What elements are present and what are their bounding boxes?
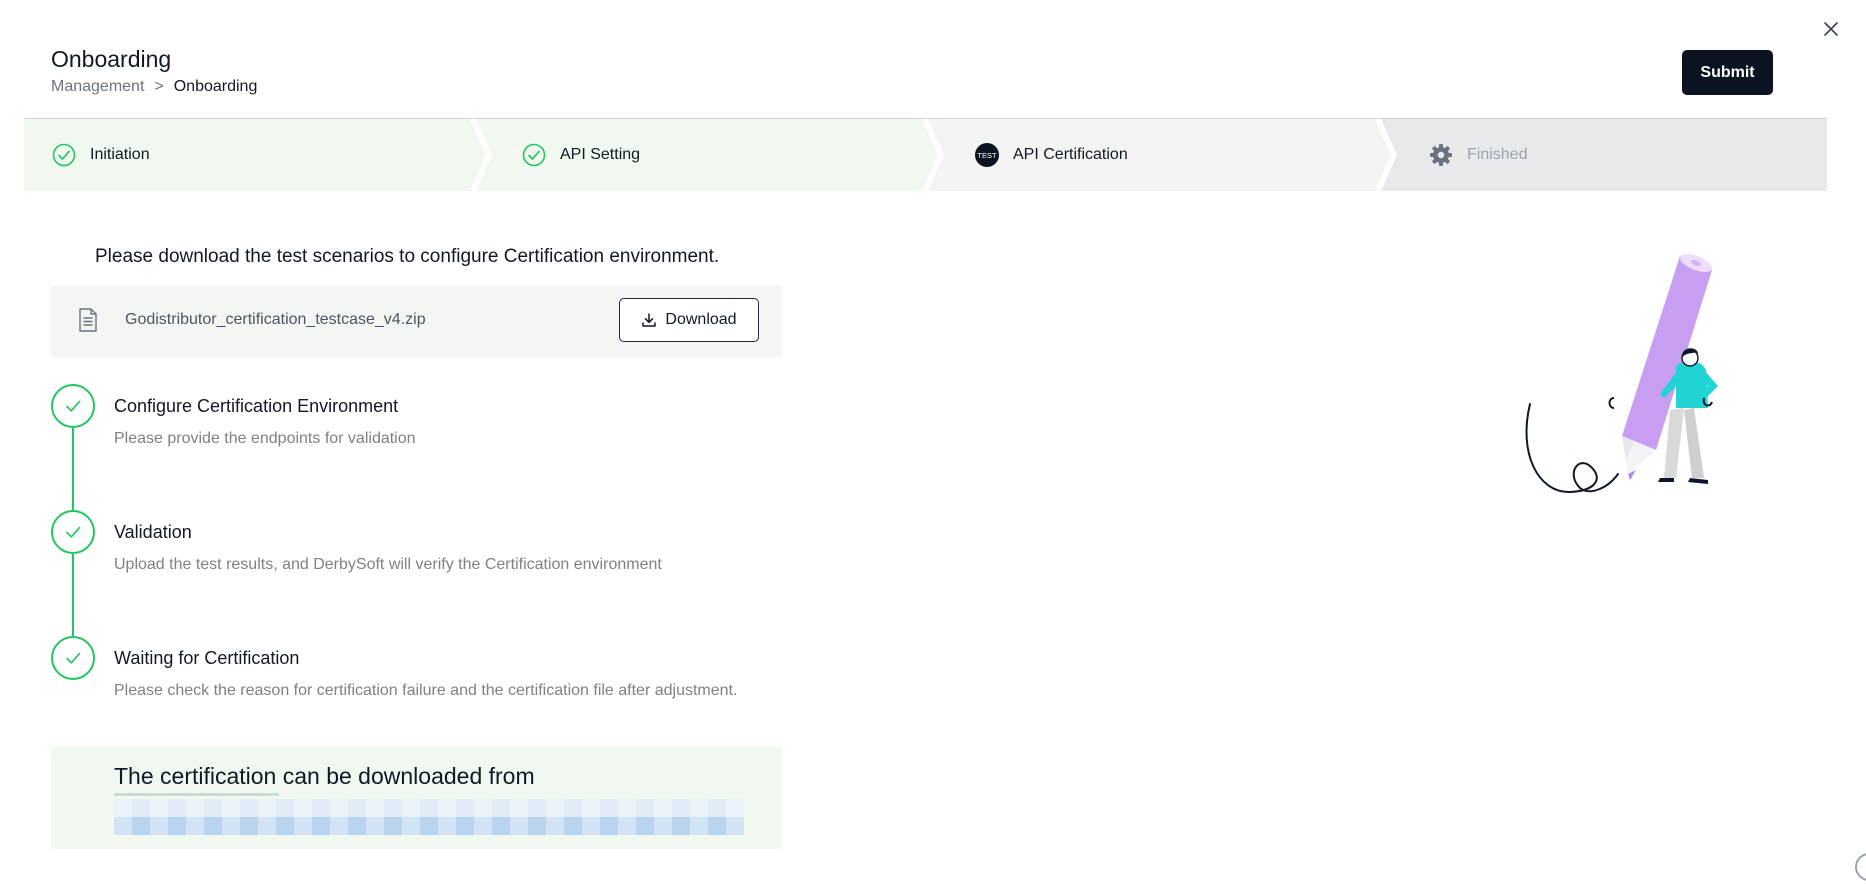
resize-handle[interactable] [1855, 853, 1866, 881]
close-icon [1824, 22, 1838, 36]
test-badge-text: TEST [977, 151, 997, 160]
pencil-illustration [1525, 253, 1718, 494]
page-title: Onboarding [51, 46, 172, 72]
timeline-description: Please check the reason for certificatio… [114, 682, 738, 699]
timeline-connector [72, 428, 74, 510]
breadcrumb-item-management[interactable]: Management [51, 78, 144, 96]
certification-underline [114, 793, 279, 796]
step-finished[interactable]: Finished [1429, 119, 1527, 191]
breadcrumb: Management > Onboarding [51, 78, 257, 96]
onboarding-steps: Initiation API Setting TEST API Certific… [24, 118, 1827, 191]
file-row: Godistributor_certification_testcase_v4.… [51, 286, 782, 357]
check-icon [66, 652, 81, 664]
step-label: API Setting [560, 146, 641, 163]
step-label: Initiation [90, 146, 150, 163]
timeline-check [51, 384, 95, 428]
certification-link-redacted[interactable] [114, 799, 744, 835]
timeline-check [51, 510, 95, 554]
download-label: Download [665, 311, 737, 328]
steps-background [24, 119, 1827, 191]
step-api-setting[interactable]: API Setting [522, 119, 640, 191]
timeline-description: Upload the test results, and DerbySoft w… [114, 556, 662, 573]
submit-button[interactable]: Submit [1682, 50, 1773, 95]
test-badge-icon: TEST [975, 143, 999, 167]
check-circle-icon [52, 143, 76, 167]
download-button[interactable]: Download [619, 298, 759, 342]
step-initiation[interactable]: Initiation [52, 119, 150, 191]
check-icon [66, 526, 81, 538]
timeline-title: Waiting for Certification [114, 648, 300, 668]
timeline-check [51, 636, 95, 680]
certification-box: The certification can be downloaded from [51, 747, 782, 849]
step-label: API Certification [1013, 146, 1128, 163]
timeline-description: Please provide the endpoints for validat… [114, 430, 416, 447]
file-name: Godistributor_certification_testcase_v4.… [125, 311, 426, 328]
certification-title: The certification can be downloaded from [114, 763, 535, 789]
download-icon [642, 313, 657, 327]
file-icon [79, 308, 97, 332]
timeline-title: Configure Certification Environment [114, 396, 399, 416]
step-api-certification[interactable]: TEST API Certification [975, 119, 1128, 191]
gear-icon [1430, 144, 1452, 166]
timeline-title: Validation [114, 522, 192, 542]
breadcrumb-separator: > [154, 78, 164, 95]
close-button[interactable] [1818, 16, 1844, 42]
timeline-connector [72, 554, 74, 636]
step-label: Finished [1467, 146, 1528, 163]
check-circle-icon [522, 143, 546, 167]
breadcrumb-item-onboarding: Onboarding [173, 78, 258, 95]
intro-text: Please download the test scenarios to co… [95, 246, 720, 267]
check-icon [66, 400, 81, 412]
